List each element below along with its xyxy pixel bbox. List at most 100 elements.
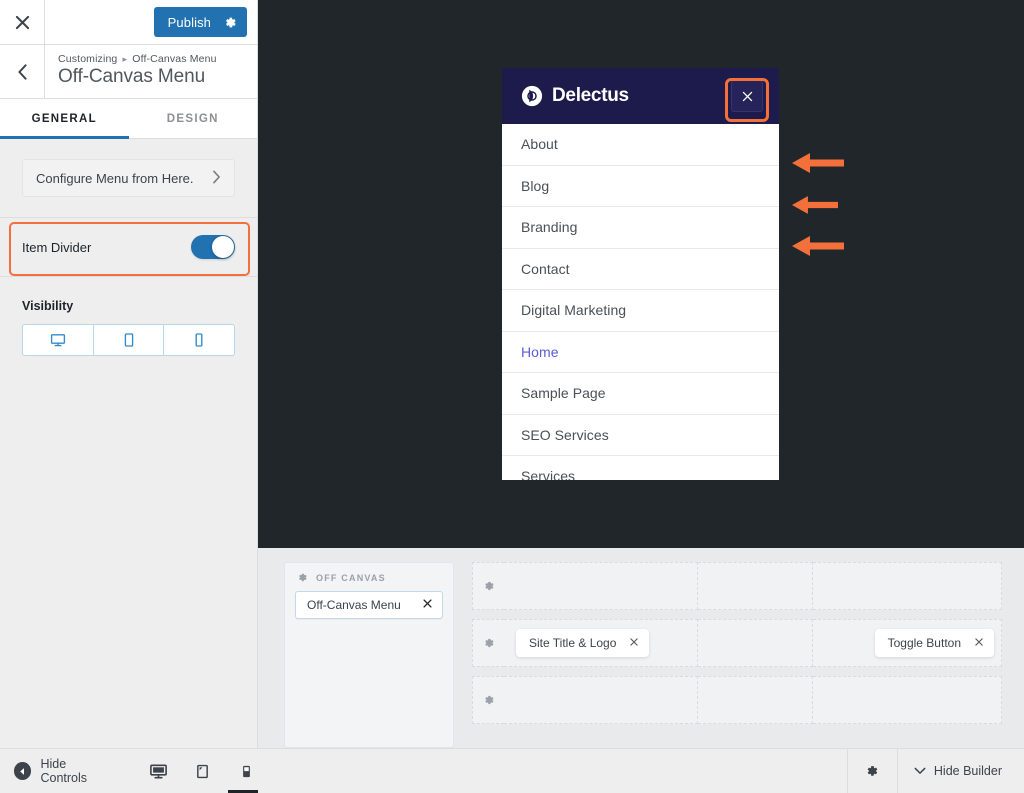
offcanvas-header: Delectus	[502, 68, 779, 124]
desktop-icon	[149, 764, 167, 778]
visibility-desktop-button[interactable]	[23, 325, 94, 355]
menu-item-label: Services	[521, 468, 576, 480]
builder-settings-gear-icon[interactable]	[846, 749, 897, 793]
device-mobile-button[interactable]	[228, 749, 264, 793]
builder-cell-left[interactable]: Site Title & Logo	[504, 619, 698, 667]
builder-cell-left[interactable]	[504, 676, 698, 724]
builder-module-site-title-logo[interactable]: Site Title & Logo	[516, 629, 650, 657]
publish-button-label: Publish	[167, 14, 211, 30]
mobile-icon	[242, 765, 250, 777]
offcanvas-column-label: OFF CANVAS	[316, 572, 386, 583]
builder-module-label: Site Title & Logo	[529, 636, 617, 650]
site-preview-area: Delectus About Blog Branding Contact Dig…	[258, 0, 1024, 548]
hide-builder-label: Hide Builder	[933, 764, 1002, 778]
customizer-topbar: Publish	[0, 0, 257, 45]
tab-design-label: DESIGN	[166, 112, 219, 125]
hide-controls-label: Hide Controls	[40, 757, 88, 785]
builder-cell-left[interactable]	[504, 562, 698, 610]
menu-item-label: Branding	[521, 219, 578, 236]
visibility-tablet-button[interactable]	[94, 325, 165, 355]
menu-item-label: Blog	[521, 177, 550, 194]
tab-design[interactable]: DESIGN	[129, 99, 258, 138]
tablet-icon	[124, 333, 133, 347]
breadcrumb-parent[interactable]: Customizing	[58, 53, 117, 65]
menu-item-services[interactable]: Services	[502, 456, 779, 480]
builder-rows: Site Title & Logo Toggle Button	[472, 562, 1002, 748]
publish-area: Publish	[153, 7, 247, 37]
builder-row-bottom	[472, 676, 1002, 724]
close-customizer-button[interactable]	[0, 0, 45, 45]
menu-item-label: About	[521, 136, 558, 153]
menu-item-home[interactable]: Home	[502, 332, 779, 373]
close-icon	[742, 91, 752, 101]
annotation-arrow-2	[792, 196, 838, 214]
publish-settings-gear-icon[interactable]	[224, 16, 237, 29]
hide-controls-icon	[14, 762, 32, 780]
visibility-button-group	[22, 324, 235, 356]
site-branding[interactable]: Delectus	[521, 85, 629, 107]
builder-module-label: Off-Canvas Menu	[307, 598, 401, 612]
device-tablet-button[interactable]	[190, 749, 214, 793]
menu-item-digital-marketing[interactable]: Digital Marketing	[502, 290, 779, 332]
close-icon[interactable]	[422, 598, 433, 612]
builder-cell-right[interactable]: Toggle Button	[813, 619, 1002, 667]
close-icon	[15, 15, 29, 29]
annotation-arrow-1	[792, 153, 844, 173]
builder-bottom-bar: Hide Builder	[258, 748, 1024, 793]
hide-controls-button[interactable]: Hide Controls	[0, 757, 114, 785]
chevron-down-icon	[914, 764, 926, 778]
builder-cell-right[interactable]	[813, 562, 1002, 610]
menu-item-contact[interactable]: Contact	[502, 249, 779, 290]
row-settings-gear-icon[interactable]	[472, 619, 504, 667]
tab-general[interactable]: GENERAL	[0, 99, 129, 139]
offcanvas-builder-column: OFF CANVAS Off-Canvas Menu	[284, 562, 454, 748]
builder-module-toggle-button[interactable]: Toggle Button	[874, 629, 994, 657]
close-icon[interactable]	[974, 636, 984, 650]
menu-item-branding[interactable]: Branding	[502, 207, 779, 249]
customizer-sidebar: Publish Customizing ▸ Off-Canvas Menu Of…	[0, 0, 258, 793]
customizer-screen: Publish Customizing ▸ Off-Canvas Menu Of…	[0, 0, 1024, 793]
tablet-icon	[196, 764, 208, 778]
back-button[interactable]	[0, 45, 45, 98]
builder-cell-right[interactable]	[813, 676, 1002, 724]
builder-cell-center[interactable]	[698, 676, 813, 724]
close-icon[interactable]	[629, 636, 639, 650]
offcanvas-close-button[interactable]	[731, 80, 763, 112]
breadcrumb: Customizing ▸ Off-Canvas Menu	[58, 53, 217, 65]
menu-item-label: Contact	[521, 260, 570, 277]
gear-icon[interactable]	[297, 572, 308, 583]
menu-item-label: Sample Page	[521, 385, 606, 402]
device-preview-switcher	[146, 749, 264, 793]
site-title: Delectus	[552, 85, 629, 106]
configure-menu-label: Configure Menu from Here.	[36, 170, 194, 186]
item-divider-toggle[interactable]	[191, 235, 235, 259]
builder-cell-center[interactable]	[698, 562, 813, 610]
item-divider-label: Item Divider	[22, 239, 92, 255]
row-settings-gear-icon[interactable]	[472, 562, 504, 610]
toggle-knob	[212, 236, 234, 258]
menu-item-label: Home	[521, 343, 559, 360]
menu-item-label: SEO Services	[521, 426, 609, 443]
delectus-circle-logo	[521, 85, 543, 107]
menu-item-sample-page[interactable]: Sample Page	[502, 373, 779, 415]
page-title: Off-Canvas Menu	[58, 66, 206, 87]
builder-cell-center[interactable]	[698, 619, 813, 667]
customizer-tabs: GENERAL DESIGN	[0, 99, 257, 139]
hide-builder-button[interactable]: Hide Builder	[896, 749, 1024, 793]
visibility-label: Visibility	[22, 299, 74, 313]
item-divider-section: Item Divider	[0, 218, 257, 277]
menu-item-about[interactable]: About	[502, 124, 779, 166]
customizer-bottom-bar: Hide Controls	[0, 748, 264, 793]
tab-general-label: GENERAL	[31, 112, 97, 125]
offcanvas-menu-list: About Blog Branding Contact Digital Mark…	[502, 124, 779, 480]
offcanvas-column-title: OFF CANVAS	[295, 572, 443, 583]
configure-menu-button[interactable]: Configure Menu from Here.	[22, 159, 235, 197]
chevron-left-icon	[17, 63, 27, 80]
menu-item-blog[interactable]: Blog	[502, 166, 779, 207]
builder-module-offcanvas-menu[interactable]: Off-Canvas Menu	[295, 591, 443, 619]
device-desktop-button[interactable]	[146, 749, 170, 793]
menu-item-seo-services[interactable]: SEO Services	[502, 415, 779, 456]
publish-button[interactable]: Publish	[153, 7, 247, 37]
visibility-mobile-button[interactable]	[164, 325, 234, 355]
row-settings-gear-icon[interactable]	[472, 676, 504, 724]
